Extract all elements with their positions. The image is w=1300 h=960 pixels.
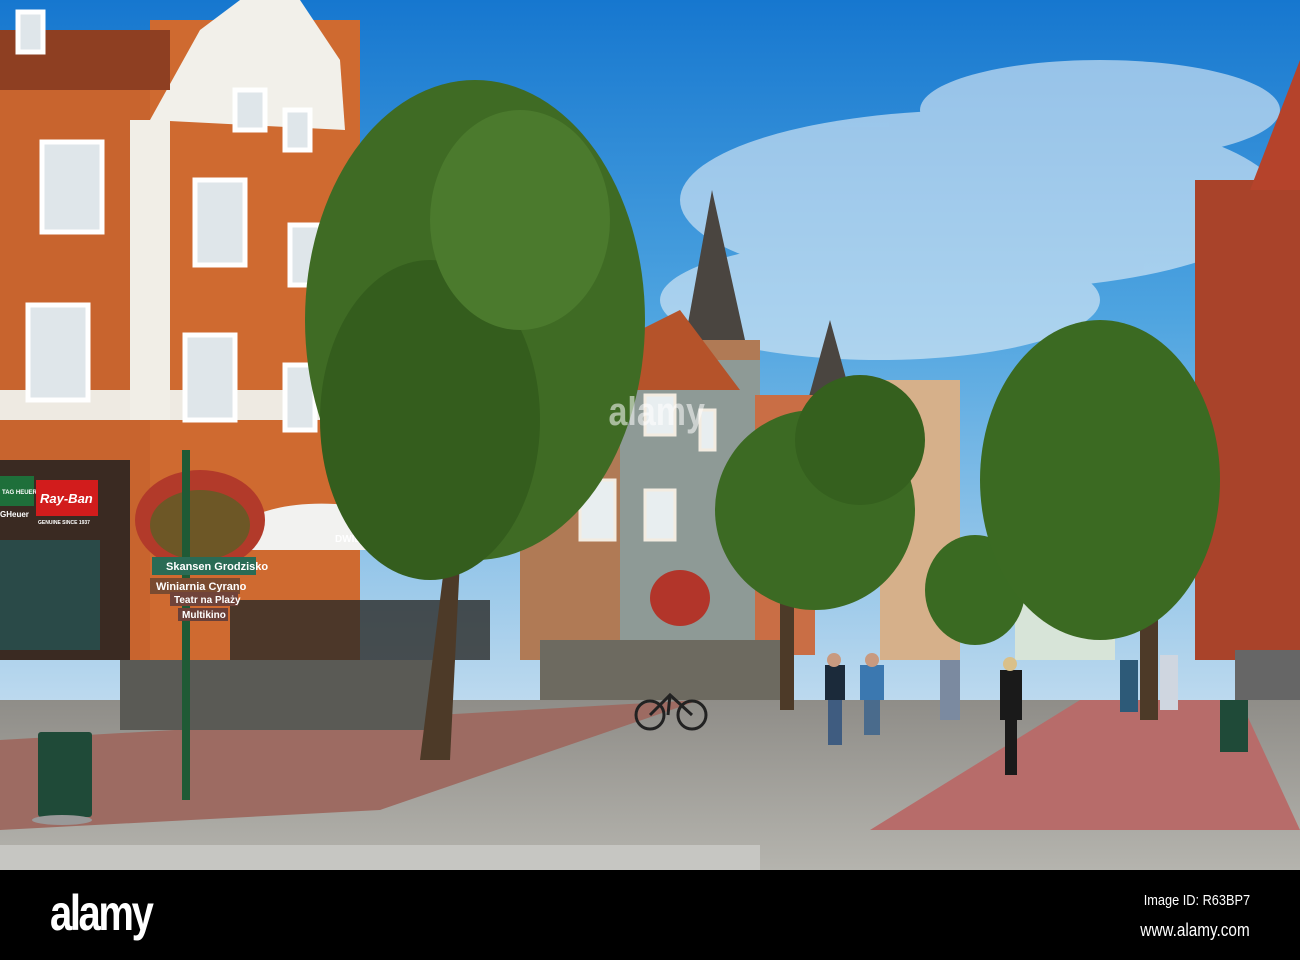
photo-frame: TAG HEUER Ray-Ban GENUINE SINCE 1937 GHe… (0, 0, 1300, 960)
ray-ban-logo: Ray-Ban (40, 491, 93, 506)
trash-bin (32, 732, 92, 825)
watermark: alamy (608, 390, 705, 434)
sign-teatr: Teatr na Plaży (174, 595, 241, 606)
curb (0, 845, 760, 870)
sign-skansen: Skansen Grodzisko (166, 561, 268, 573)
street-scene-photo: TAG HEUER Ray-Ban GENUINE SINCE 1937 GHe… (0, 0, 1300, 870)
ray-ban-subtitle: GENUINE SINCE 1937 (38, 520, 90, 526)
trash-bin-right (1220, 700, 1248, 752)
sign-multikino: Multikino (182, 610, 226, 621)
sign-winiarnia: Winiarnia Cyrano (156, 581, 247, 593)
footer-bar: alamy Image ID: R63BP7 www.alamy.com (0, 870, 1300, 960)
tag-heuer-logo: TAG HEUER (2, 490, 38, 496)
image-id: Image ID: R63BP7 (1143, 892, 1250, 909)
tag-heuer-text: GHeuer (0, 510, 29, 519)
alamy-logo: alamy (50, 885, 154, 941)
site-url: www.alamy.com (1140, 920, 1250, 940)
